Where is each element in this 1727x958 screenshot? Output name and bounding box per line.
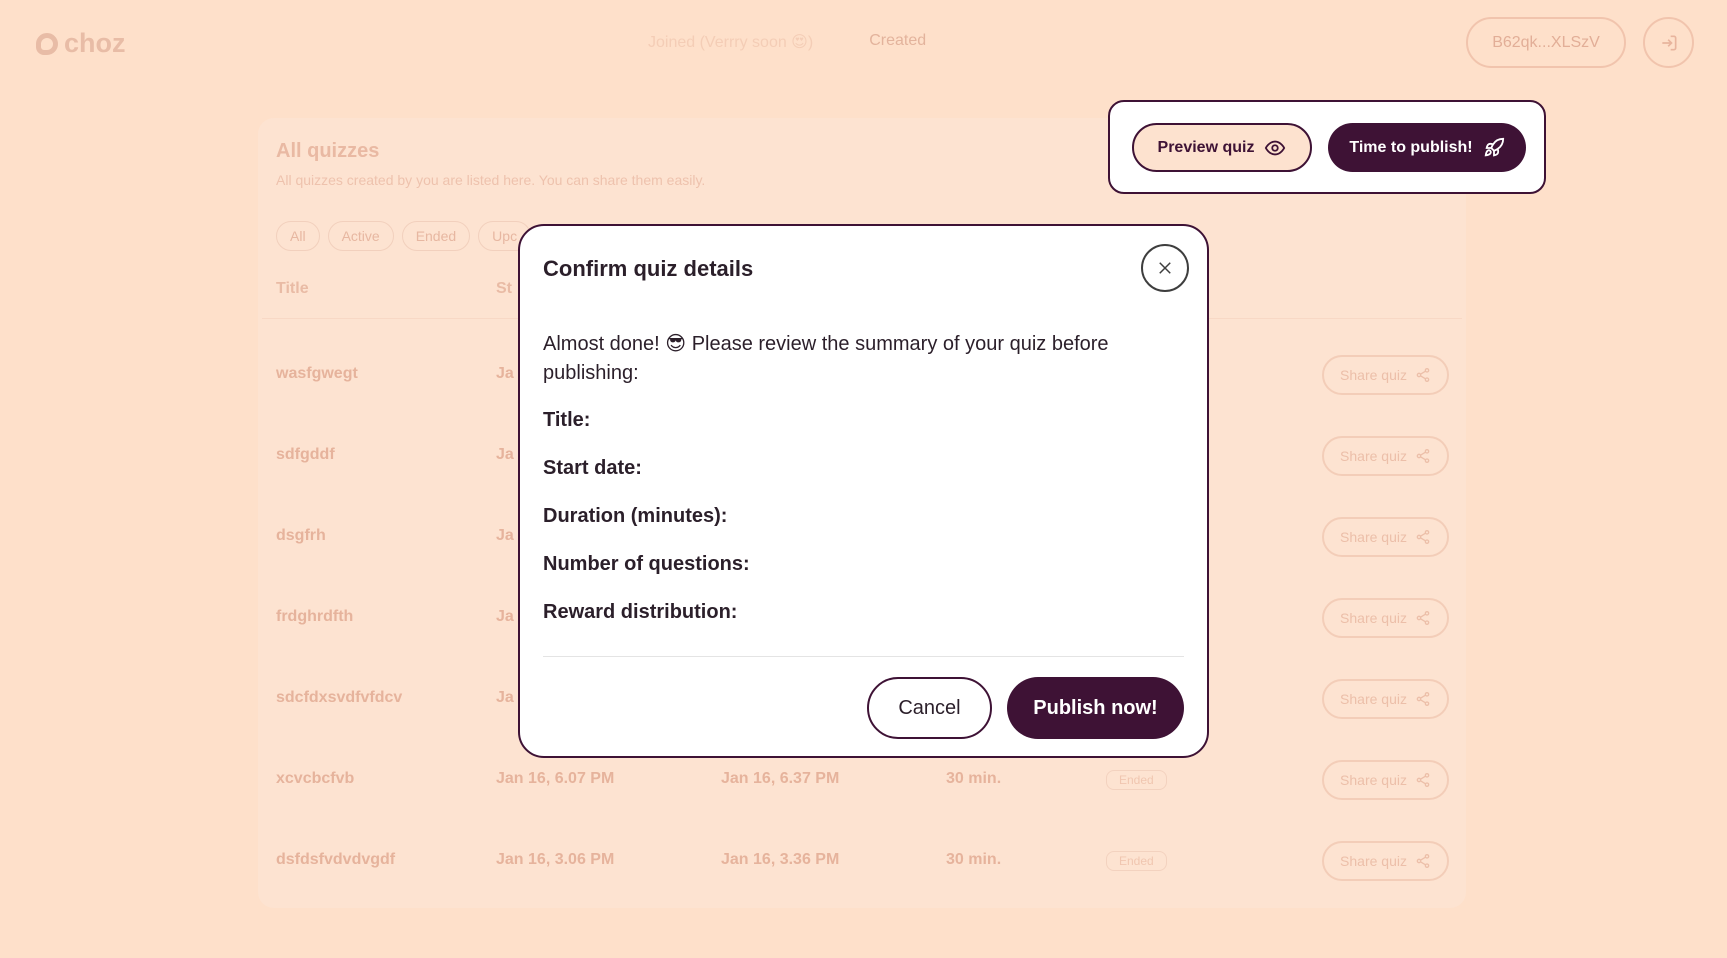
detail-questions-label: Number of questions:	[543, 553, 750, 575]
close-icon	[1159, 262, 1171, 274]
eye-icon	[1265, 140, 1286, 155]
share-quiz-label: Share quiz	[1340, 610, 1407, 626]
share-quiz-label: Share quiz	[1340, 691, 1407, 707]
modal-close-button[interactable]	[1141, 244, 1189, 292]
page-title: All quizzes	[276, 140, 380, 162]
preview-quiz-button[interactable]: Preview quiz	[1132, 123, 1312, 172]
row-end: Jan 16, 6.37 PM	[721, 770, 840, 787]
column-start[interactable]: St	[496, 280, 512, 298]
share-quiz-button[interactable]: Share quiz	[1322, 760, 1449, 800]
table-row: xcvcbcfvb Jan 16, 6.07 PM Jan 16, 6.37 PM 3…	[276, 760, 1456, 800]
row-title: wasfgwegt	[276, 365, 358, 382]
row-end: Jan 16, 3.36 PM	[721, 851, 840, 868]
row-start: Jan 16, 6.07 PM	[496, 770, 615, 787]
share-quiz-button[interactable]: Share quiz	[1322, 598, 1449, 638]
row-start: Ja	[496, 527, 514, 544]
status-badge: Ended	[1106, 770, 1167, 790]
modal-title: Confirm quiz details	[543, 256, 754, 281]
share-icon	[1416, 530, 1430, 544]
logo-icon	[36, 32, 58, 55]
time-to-publish-button[interactable]: Time to publish!	[1328, 123, 1526, 172]
share-quiz-label: Share quiz	[1340, 448, 1407, 464]
row-duration: 30 min.	[946, 770, 1002, 787]
preview-quiz-label: Preview quiz	[1157, 138, 1255, 156]
row-title: sdcfdxsvdfvfdcv	[276, 689, 403, 706]
filter-tabs: All Active Ended Upc	[276, 221, 532, 251]
top-nav: Joined (Verrry soon 😍) Created	[648, 32, 926, 52]
share-icon	[1416, 611, 1430, 625]
row-title: dsfdsfvdvdvgdf	[276, 851, 396, 868]
share-icon	[1416, 773, 1430, 787]
filter-ended[interactable]: Ended	[401, 221, 471, 251]
row-start: Ja	[496, 446, 514, 463]
detail-start-date-label: Start date:	[543, 457, 642, 479]
row-start: Ja	[496, 608, 514, 625]
share-quiz-label: Share quiz	[1340, 853, 1407, 869]
publish-now-button[interactable]: Publish now!	[1007, 677, 1184, 739]
logout-icon	[1661, 35, 1676, 50]
share-quiz-label: Share quiz	[1340, 367, 1407, 383]
row-start: Ja	[496, 365, 514, 382]
logo[interactable]: choz	[36, 28, 126, 59]
share-quiz-button[interactable]: Share quiz	[1322, 355, 1449, 395]
share-quiz-button[interactable]: Share quiz	[1322, 436, 1449, 476]
row-title: sdfgddf	[276, 446, 335, 463]
detail-title-label: Title:	[543, 409, 591, 431]
modal-divider	[543, 656, 1184, 657]
detail-duration-label: Duration (minutes):	[543, 505, 728, 527]
cancel-button[interactable]: Cancel	[867, 677, 992, 739]
row-duration: 30 min.	[946, 851, 1002, 868]
share-quiz-button[interactable]: Share quiz	[1322, 841, 1449, 881]
table-row: dsfdsfvdvdvgdf Jan 16, 3.06 PM Jan 16, 3.3…	[276, 841, 1456, 881]
nav-created[interactable]: Created	[869, 32, 926, 52]
time-to-publish-label: Time to publish!	[1349, 138, 1473, 156]
detail-reward-label: Reward distribution:	[543, 601, 738, 623]
share-icon	[1416, 692, 1430, 706]
row-start: Jan 16, 3.06 PM	[496, 851, 615, 868]
row-start: Ja	[496, 689, 514, 706]
modal-intro: Almost done! 😎 Please review the summary…	[543, 333, 1109, 384]
row-title: xcvcbcfvb	[276, 770, 355, 787]
share-quiz-button[interactable]: Share quiz	[1322, 679, 1449, 719]
filter-active[interactable]: Active	[327, 221, 394, 251]
share-icon	[1416, 368, 1430, 382]
share-icon	[1416, 854, 1430, 868]
share-quiz-label: Share quiz	[1340, 529, 1407, 545]
row-title: dsgfrh	[276, 527, 326, 544]
row-title: frdghrdfth	[276, 608, 354, 625]
share-quiz-label: Share quiz	[1340, 772, 1407, 788]
page-subtitle: All quizzes created by you are listed he…	[276, 172, 706, 188]
filter-all[interactable]: All	[276, 221, 320, 251]
nav-joined[interactable]: Joined (Verrry soon 😍)	[648, 32, 813, 52]
rocket-icon	[1484, 137, 1504, 156]
logout-button[interactable]	[1643, 17, 1694, 68]
logo-text: choz	[64, 28, 126, 58]
wallet-button[interactable]: B62qk...XLSzV	[1466, 17, 1626, 68]
status-badge: Ended	[1106, 851, 1167, 871]
share-quiz-button[interactable]: Share quiz	[1322, 517, 1449, 557]
column-title[interactable]: Title	[276, 280, 309, 298]
share-icon	[1416, 449, 1430, 463]
